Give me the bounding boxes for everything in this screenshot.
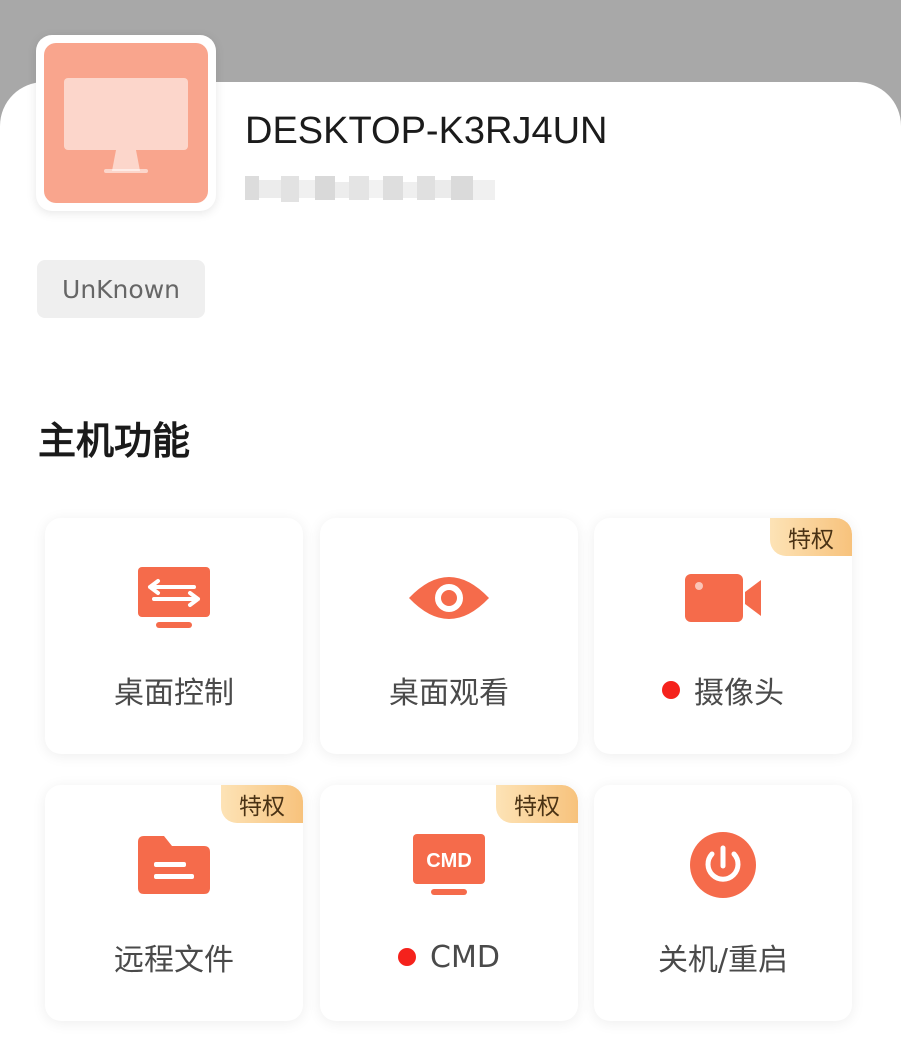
feature-label: 关机/重启 (657, 943, 789, 978)
status-dot (398, 948, 417, 966)
feature-card-cmd[interactable]: 特权 CMD CMD (320, 785, 578, 1021)
privilege-badge: 特权 (221, 785, 303, 823)
privilege-badge: 特权 (770, 518, 852, 556)
feature-card-remote-files[interactable]: 特权 远程文件 (45, 785, 303, 1021)
feature-card-camera[interactable]: 特权 摄像头 (594, 518, 852, 754)
feature-card-desktop-view[interactable]: 桌面观看 (320, 518, 578, 754)
folder-icon (138, 836, 210, 894)
eye-icon (409, 577, 489, 619)
feature-grid: 桌面控制 桌面观看 特权 摄像头 特权 远程文件 特权 CMD CMD 关机/重… (0, 0, 901, 1021)
feature-label: 摄像头 (694, 676, 784, 711)
camera-icon (685, 574, 761, 622)
feature-label: 桌面观看 (389, 676, 509, 711)
feature-label: 桌面控制 (114, 676, 234, 711)
svg-text:CMD: CMD (426, 850, 472, 872)
feature-label: CMD (430, 939, 500, 975)
feature-card-power[interactable]: 关机/重启 (594, 785, 852, 1021)
status-dot (662, 681, 680, 699)
cmd-icon: CMD (413, 834, 485, 895)
privilege-badge: 特权 (496, 785, 578, 823)
feature-label: 远程文件 (114, 943, 234, 978)
power-icon (690, 832, 756, 898)
feature-card-desktop-control[interactable]: 桌面控制 (45, 518, 303, 754)
desktop-control-icon (138, 567, 210, 628)
